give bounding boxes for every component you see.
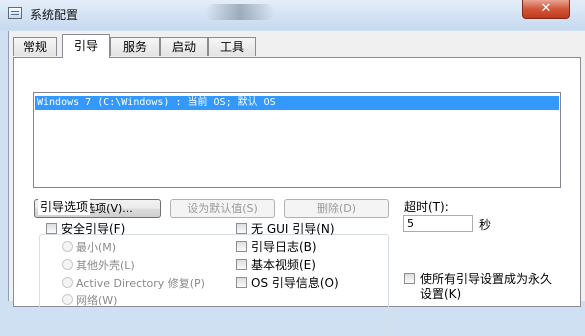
active-directory-repair-radio[interactable] xyxy=(62,277,73,288)
minimal-radio[interactable] xyxy=(62,241,73,252)
make-permanent-label-line2: 设置(K) xyxy=(420,287,462,301)
os-boot-info-label: OS 引导信息(O) xyxy=(251,276,339,290)
msconfig-app-icon xyxy=(8,7,22,19)
boot-entry-list[interactable]: Windows 7 (C:\Windows) : 当前 OS; 默认 OS xyxy=(33,92,561,188)
boot-options-label: 引导选项 xyxy=(38,198,91,215)
set-default-button[interactable]: 设为默认值(S) xyxy=(170,199,275,218)
no-gui-boot-label: 无 GUI 引导(N) xyxy=(251,222,335,236)
tab-boot[interactable]: 引导 xyxy=(62,34,110,58)
title-bar[interactable]: 系统配置 ✕ xyxy=(0,0,585,30)
window-title: 系统配置 xyxy=(30,8,79,22)
close-button[interactable]: ✕ xyxy=(522,0,570,19)
active-directory-repair-label: Active Directory 修复(P) xyxy=(76,277,205,290)
boot-log-checkbox[interactable] xyxy=(236,241,247,252)
minimal-label: 最小(M) xyxy=(76,241,117,254)
tab-general[interactable]: 常规 xyxy=(13,37,57,56)
boot-log-label: 引导日志(B) xyxy=(251,240,317,254)
timeout-unit-label: 秒 xyxy=(479,218,492,232)
base-video-label: 基本视频(E) xyxy=(251,258,316,272)
timeout-input[interactable]: 5 xyxy=(403,215,473,232)
tab-tools[interactable]: 工具 xyxy=(208,37,256,56)
boot-entry-selected[interactable]: Windows 7 (C:\Windows) : 当前 OS; 默认 OS xyxy=(35,96,559,110)
base-video-checkbox[interactable] xyxy=(236,259,247,270)
tab-startup[interactable]: 启动 xyxy=(160,37,208,56)
safe-boot-label: 安全引导(F) xyxy=(61,222,126,236)
timeout-label: 超时(T): xyxy=(404,200,449,214)
tab-services[interactable]: 服务 xyxy=(110,37,160,56)
safe-boot-checkbox[interactable] xyxy=(46,223,57,234)
alternate-shell-label: 其他外壳(L) xyxy=(76,259,135,272)
no-gui-boot-checkbox[interactable] xyxy=(236,223,247,234)
blurred-region xyxy=(205,4,275,20)
network-radio[interactable] xyxy=(62,294,73,305)
alternate-shell-radio[interactable] xyxy=(62,259,73,270)
delete-button[interactable]: 删除(D) xyxy=(284,199,389,218)
network-label: 网络(W) xyxy=(76,294,118,307)
os-boot-info-checkbox[interactable] xyxy=(236,277,247,288)
make-permanent-checkbox[interactable] xyxy=(404,273,415,284)
